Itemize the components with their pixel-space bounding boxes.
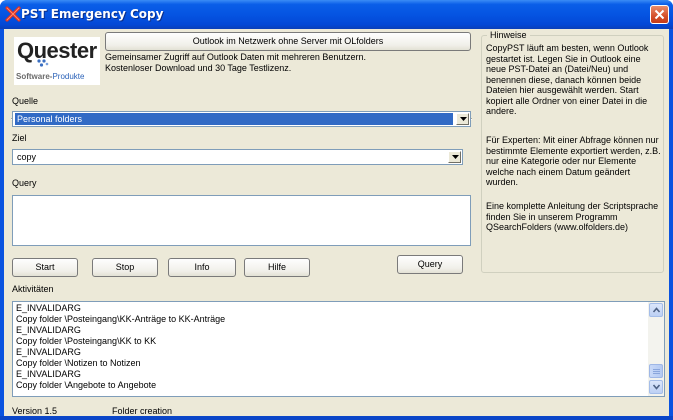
query-button[interactable]: Query [397, 255, 463, 274]
hinweise-title: Hinweise [487, 30, 530, 40]
stop-button[interactable]: Stop [92, 258, 158, 277]
hinweise-text-3: Eine komplette Anleitung der Scriptsprac… [486, 201, 659, 232]
list-item: E_INVALIDARG [16, 325, 81, 335]
quelle-select[interactable]: Personal folders [12, 111, 471, 127]
chevron-down-icon [452, 155, 459, 159]
start-button[interactable]: Start [12, 258, 78, 277]
activity-log[interactable]: E_INVALIDARG Copy folder \Posteingang\KK… [12, 301, 665, 397]
quelle-value: Personal folders [15, 113, 453, 125]
list-item: Copy folder \Angebote to Angebote [16, 380, 157, 390]
app-icon [5, 6, 21, 22]
aktivitaeten-label: Aktivitäten [12, 284, 54, 294]
scroll-up-icon [653, 307, 660, 313]
main-panel: Quester Software-Produkte Outlook im Net… [4, 29, 669, 416]
close-icon [654, 9, 665, 20]
info-button[interactable]: Info [168, 258, 236, 277]
vertical-scrollbar[interactable] [648, 302, 664, 396]
ziel-label: Ziel [12, 133, 27, 143]
app-window: PST Emergency Copy Quester Software-Prod… [0, 0, 673, 420]
list-item: E_INVALIDARG [16, 347, 81, 357]
list-item: E_INVALIDARG [16, 369, 81, 379]
list-item: Copy folder \Posteingang\KK to KK [16, 336, 157, 346]
ziel-dropdown-button[interactable] [448, 151, 461, 163]
close-button[interactable] [650, 5, 669, 24]
scroll-down-icon [653, 384, 660, 390]
title-bar[interactable]: PST Emergency Copy [0, 0, 673, 29]
ad-description: Gemeinsamer Zugriff auf Outlook Daten mi… [105, 52, 366, 73]
chevron-down-icon [460, 117, 467, 121]
scroll-down-button[interactable] [649, 380, 663, 394]
logo-subtitle: Software-Produkte [16, 72, 85, 81]
query-label: Query [12, 178, 37, 188]
query-input[interactable] [12, 195, 471, 246]
window-border [0, 416, 673, 420]
list-item: E_INVALIDARG [16, 303, 81, 313]
version-label: Version 1.5 [12, 406, 58, 416]
olfolders-ad-button[interactable]: Outlook im Netzwerk ohne Server mit OLfo… [105, 32, 471, 51]
ziel-select[interactable]: copy [12, 149, 463, 165]
status-message: Folder creation [112, 406, 173, 416]
hilfe-button[interactable]: Hilfe [244, 258, 310, 277]
list-item: Copy folder \Notizen to Notizen [16, 358, 141, 368]
quelle-label: Quelle [12, 96, 39, 106]
scroll-thumb[interactable] [649, 364, 663, 378]
scroll-up-button[interactable] [649, 303, 663, 317]
quelle-dropdown-button[interactable] [456, 113, 469, 125]
ziel-value: copy [17, 152, 37, 162]
hinweise-text-2: Für Experten: Mit einer Abfrage können n… [486, 135, 661, 187]
logo-dots-icon [37, 59, 49, 67]
list-item: Copy folder \Posteingang\KK-Anträge to K… [16, 314, 226, 324]
hinweise-text-1: CopyPST läuft am besten, wenn Outlook ge… [486, 43, 649, 116]
window-title: PST Emergency Copy [21, 7, 164, 21]
quester-logo: Quester Software-Produkte [14, 37, 100, 85]
logo-text: Quester [17, 38, 97, 63]
